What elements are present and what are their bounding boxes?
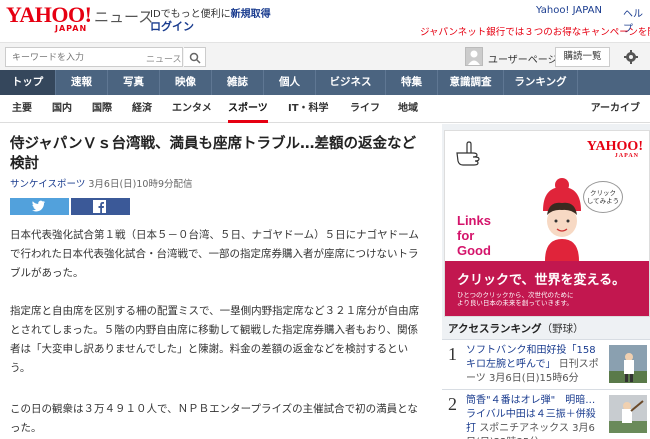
ad-logo-text: YAHOO! <box>586 139 643 154</box>
ad-yahoo-logo: YAHOO! JAPAN <box>586 139 643 159</box>
article-source[interactable]: サンケイスポーツ <box>10 179 85 190</box>
ranking-time: 3月6日(日)15時6分 <box>489 373 579 384</box>
ad-headline-line: Links <box>457 213 491 228</box>
cat-region[interactable]: 地域 <box>398 95 418 123</box>
ranking-thumbnail[interactable] <box>609 345 647 383</box>
article-paragraph: 指定席と自由席を区別する柵の配置ミスで、一塁側内野指定席など３２１席分が自由席と… <box>10 305 420 374</box>
twitter-share-button[interactable] <box>10 198 69 215</box>
facebook-share-button[interactable] <box>71 198 130 215</box>
ad-headline-line: for <box>457 228 475 243</box>
nav-photo[interactable]: 写真 <box>108 70 160 95</box>
ad-band: クリックで、世界を変える。 ひとつのクリックから、次世代のために より良い日本の… <box>445 261 649 316</box>
search-scope: ニュース <box>146 55 182 65</box>
article-title-line2: 検討 <box>10 156 39 172</box>
user-page-link[interactable]: ユーザーページ <box>488 51 558 66</box>
ranking-text[interactable]: 筒香"４番はオレ弾" 明暗…ライバル中田は４三振＋併殺打 スポニチアネックス 3… <box>466 394 600 439</box>
article-meta: サンケイスポーツ 3月6日(日)10時9分配信 <box>10 176 193 190</box>
cat-it-science[interactable]: IT・科学 <box>288 95 329 123</box>
nav-video[interactable]: 映像 <box>160 70 212 95</box>
cat-sports[interactable]: スポーツ <box>228 95 268 123</box>
ad-logo-sub: JAPAN <box>614 153 639 159</box>
facebook-icon <box>93 200 106 213</box>
yahoo-logo[interactable]: YAHOO! <box>6 4 92 26</box>
ad-slogan: クリックで、世界を変える。 <box>457 273 626 288</box>
yahoo-japan-link[interactable]: Yahoo! JAPAN <box>536 5 602 16</box>
archive-link[interactable]: アーカイブ <box>591 95 640 123</box>
ad-headline: Links for Good <box>457 213 491 258</box>
cat-domestic[interactable]: 国内 <box>52 95 72 123</box>
search-bar: ニュース ユーザーページ 購読一覧 <box>0 42 650 70</box>
ad-caption-line: ひとつのクリックから、次世代のために <box>457 291 574 299</box>
subscriptions-button[interactable]: 購読一覧 <box>555 47 610 67</box>
nav-business[interactable]: ビジネス <box>316 70 386 95</box>
user-icon[interactable] <box>465 47 483 66</box>
register-link[interactable]: 新規取得 <box>231 9 271 20</box>
promo-banner-link[interactable]: ジャパンネット銀行では３つのお得なキャンペーンを開催中 <box>420 24 650 38</box>
article-paragraph: この日の観衆は３万４９１０人で、ＮＰＢエンタープライズの主催試合で初の満員となっ… <box>10 403 418 434</box>
cat-entertainment[interactable]: エンタメ <box>172 95 212 123</box>
pointing-hand-icon <box>456 141 480 166</box>
article: 侍ジャパンＶｓ台湾戦、満員も座席トラブル…差額の返金など 検討 サンケイスポーツ… <box>0 124 432 439</box>
nav-top[interactable]: トップ <box>0 70 56 95</box>
ranking-text[interactable]: ソフトバンク和田好投「158キロ左腕と呼んで」 日刊スポーツ 3月6日(日)15… <box>466 344 600 386</box>
site-header: YAHOO! JAPAN ニュース IDでもっと便利に新規取得 ログイン Yah… <box>0 0 650 42</box>
nav-breaking[interactable]: 速報 <box>56 70 108 95</box>
twitter-icon <box>32 200 45 212</box>
article-title-line1: 侍ジャパンＶｓ台湾戦、満員も座席トラブル…差額の返金など <box>10 136 416 152</box>
ranking-number: 1 <box>448 344 457 364</box>
ranking-header: アクセスランキング（野球） <box>442 320 650 338</box>
login-link[interactable]: ログイン <box>150 18 194 34</box>
search-button[interactable] <box>184 47 206 67</box>
ad-caption-line: より良い日本の未来を創っていきます。 <box>457 299 573 307</box>
yahoo-logo-sub: JAPAN <box>55 24 88 33</box>
section-title[interactable]: ニュース <box>94 6 153 27</box>
category-nav: 主要 国内 国際 経済 エンタメ スポーツ IT・科学 ライフ 地域 アーカイブ <box>0 95 650 123</box>
article-paragraph: 日本代表強化試合第１戦（日本５－０台湾、５日、ナゴヤドーム）５日にナゴヤドームで… <box>10 229 419 279</box>
article-title: 侍ジャパンＶｓ台湾戦、満員も座席トラブル…差額の返金など 検討 <box>10 134 422 174</box>
cat-economy[interactable]: 経済 <box>132 95 152 123</box>
nav-ranking[interactable]: ランキング <box>504 70 578 95</box>
nav-feature[interactable]: 特集 <box>386 70 438 95</box>
ad-banner[interactable]: YAHOO! JAPAN クリック してみよう Links for Good クリ… <box>444 130 650 317</box>
cat-main[interactable]: 主要 <box>12 95 32 123</box>
ranking-title: アクセスランキング <box>448 323 542 335</box>
cat-life[interactable]: ライフ <box>350 95 380 123</box>
nav-survey[interactable]: 意識調査 <box>438 70 504 95</box>
ad-illustration <box>543 178 581 261</box>
ad-headline-line: Good <box>457 243 491 258</box>
ranking-number: 2 <box>448 394 457 414</box>
ranking-source: スポニチアネックス <box>479 423 569 434</box>
ranking-item[interactable]: 2 筒香"４番はオレ弾" 明暗…ライバル中田は４三振＋併殺打 スポニチアネックス… <box>442 389 650 439</box>
ranking-subtitle: （野球） <box>541 323 584 335</box>
nav-magazine[interactable]: 雑誌 <box>212 70 264 95</box>
search-icon <box>189 52 201 64</box>
primary-nav: トップ 速報 写真 映像 雑誌 個人 ビジネス 特集 意識調査 ランキング <box>0 70 650 95</box>
ranking-item[interactable]: 1 ソフトバンク和田好投「158キロ左腕と呼んで」 日刊スポーツ 3月6日(日)… <box>442 339 650 389</box>
ad-bubble: クリック してみよう <box>583 181 623 213</box>
sidebar: YAHOO! JAPAN クリック してみよう Links for Good クリ… <box>442 124 650 439</box>
cat-international[interactable]: 国際 <box>92 95 112 123</box>
gear-icon[interactable] <box>623 49 639 65</box>
nav-individual[interactable]: 個人 <box>264 70 316 95</box>
article-date: 3月6日(日)10時9分配信 <box>88 179 193 190</box>
ranking-thumbnail[interactable] <box>609 395 647 433</box>
ad-caption: ひとつのクリックから、次世代のために より良い日本の未来を創っていきます。 <box>457 291 574 307</box>
